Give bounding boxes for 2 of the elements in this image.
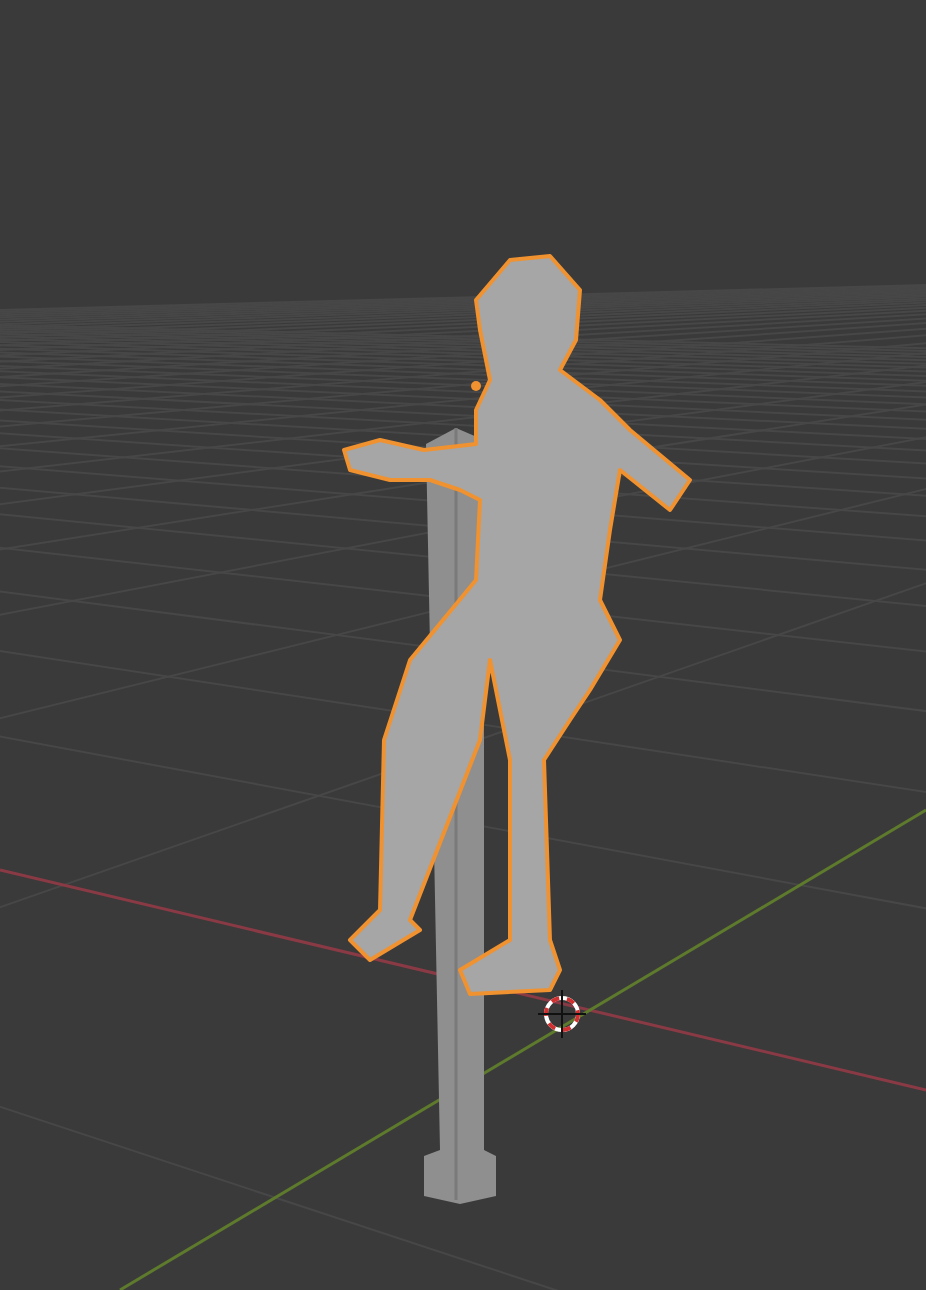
3d-cursor-icon <box>537 989 587 1039</box>
origin-dot <box>471 381 481 391</box>
